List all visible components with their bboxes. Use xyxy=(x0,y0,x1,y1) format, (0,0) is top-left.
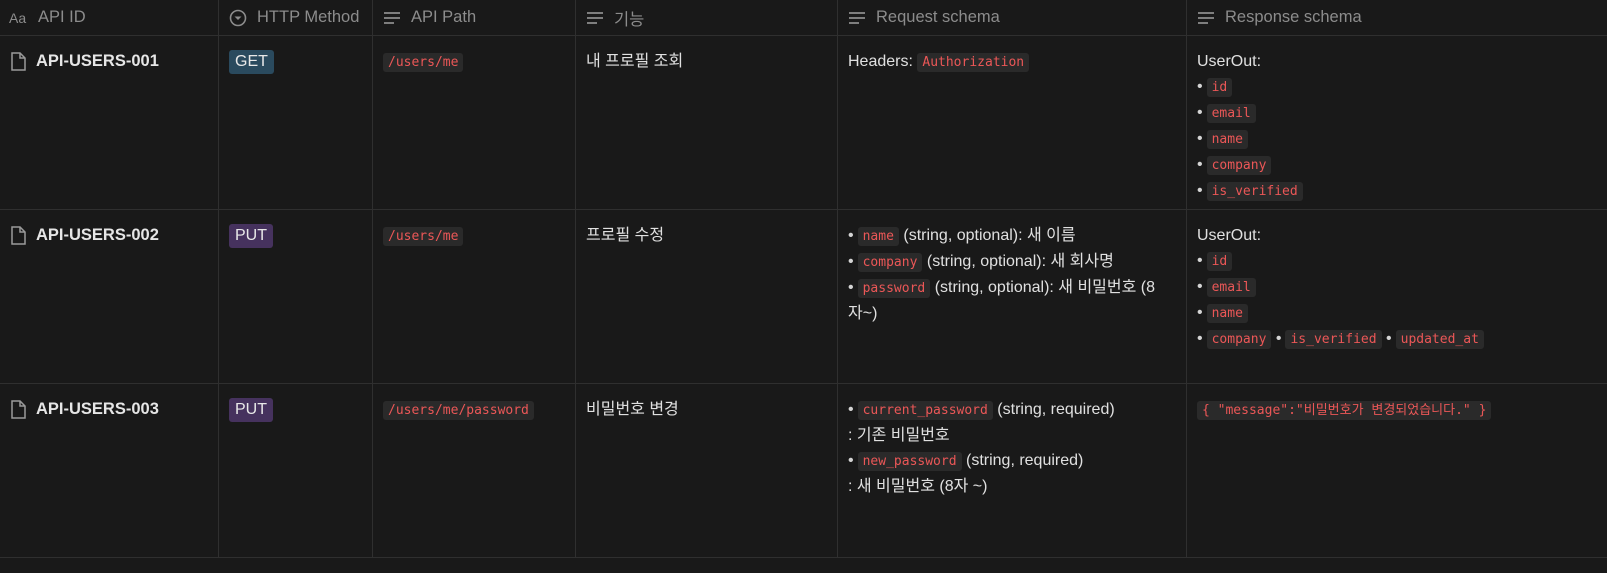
table-header: Aa API ID HTTP Method API Path 기능 Reques… xyxy=(0,0,1607,36)
http-method-cell[interactable]: PUT xyxy=(219,210,373,383)
column-label: Request schema xyxy=(876,8,1000,26)
column-label: HTTP Method xyxy=(257,8,360,26)
request-field-continuation: : 기존 비밀번호 xyxy=(848,427,950,444)
request-schema-cell[interactable]: Headers: Authorization xyxy=(838,36,1187,209)
path-code: /users/me xyxy=(383,227,464,246)
method-tag[interactable]: PUT xyxy=(229,398,273,422)
select-icon xyxy=(228,8,248,28)
request-field-continuation: : 새 비밀번호 (8자 ~) xyxy=(848,478,988,495)
request-field: • password (string, optional): 새 비밀번호 (8 xyxy=(848,279,1156,298)
response-field: • id xyxy=(1197,74,1597,100)
request-schema-cell[interactable]: • name (string, optional): 새 이름 • company … xyxy=(838,210,1187,383)
response-title: UserOut: xyxy=(1197,53,1262,70)
table-row: API-USERS-003 PUT /users/me/password 비밀번… xyxy=(0,384,1607,558)
column-label: API ID xyxy=(38,8,86,26)
response-field: • email xyxy=(1197,100,1597,126)
request-field: • company (string, optional): 새 회사명 xyxy=(848,253,1114,272)
api-id-text[interactable]: API-USERS-002 xyxy=(36,223,159,248)
response-title: UserOut: xyxy=(1197,227,1262,244)
request-field: • name (string, optional): 새 이름 xyxy=(848,227,1076,246)
http-method-cell[interactable]: PUT xyxy=(219,384,373,557)
method-tag[interactable]: GET xyxy=(229,50,274,74)
feature-cell[interactable]: 비밀번호 변경 xyxy=(576,384,838,557)
text-icon xyxy=(1196,8,1216,28)
response-field: • company xyxy=(1197,152,1597,178)
request-field: • new_password (string, required) xyxy=(848,452,1084,471)
text-icon xyxy=(585,8,605,28)
api-id-cell[interactable]: API-USERS-003 xyxy=(0,384,219,557)
api-path-cell[interactable]: /users/me xyxy=(373,36,576,209)
column-label: API Path xyxy=(411,8,477,26)
page-icon xyxy=(10,52,26,79)
feature-text: 내 프로필 조회 xyxy=(586,53,684,70)
column-header-api-id[interactable]: Aa API ID xyxy=(0,0,219,35)
feature-cell[interactable]: 프로필 수정 xyxy=(576,210,838,383)
request-code: Authorization xyxy=(917,53,1030,72)
response-field: • email xyxy=(1197,274,1597,300)
api-id-cell[interactable]: API-USERS-001 xyxy=(0,36,219,209)
request-field: • current_password (string, required) xyxy=(848,401,1115,420)
response-field-group: • company • is_verified • updated_at xyxy=(1197,326,1597,352)
column-label: 기능 xyxy=(614,10,645,29)
title-icon: Aa xyxy=(9,8,29,28)
response-field: • name xyxy=(1197,300,1597,326)
response-code: { "message":"비밀번호가 변경되었습니다." } xyxy=(1197,401,1492,420)
api-id-cell[interactable]: API-USERS-002 xyxy=(0,210,219,383)
api-table: Aa API ID HTTP Method API Path 기능 Reques… xyxy=(0,0,1607,558)
text-icon xyxy=(382,8,402,28)
svg-text:Aa: Aa xyxy=(9,11,26,25)
column-label: Response schema xyxy=(1225,8,1362,26)
response-schema-cell[interactable]: { "message":"비밀번호가 변경되었습니다." } xyxy=(1187,384,1607,557)
api-id-text[interactable]: API-USERS-001 xyxy=(36,49,159,74)
request-prefix: Headers: xyxy=(848,53,913,70)
column-header-feature[interactable]: 기능 xyxy=(576,0,838,35)
column-header-api-path[interactable]: API Path xyxy=(373,0,576,35)
table-row: API-USERS-002 PUT /users/me 프로필 수정 • name… xyxy=(0,210,1607,384)
request-schema-cell[interactable]: • current_password (string, required) : 기… xyxy=(838,384,1187,557)
response-field: • name xyxy=(1197,126,1597,152)
page-icon xyxy=(10,400,26,427)
method-tag[interactable]: PUT xyxy=(229,224,273,248)
api-path-cell[interactable]: /users/me/password xyxy=(373,384,576,557)
feature-cell[interactable]: 내 프로필 조회 xyxy=(576,36,838,209)
column-header-http-method[interactable]: HTTP Method xyxy=(219,0,373,35)
path-code: /users/me/password xyxy=(383,401,534,420)
request-field-continuation: 자~) xyxy=(848,305,878,322)
feature-text: 프로필 수정 xyxy=(586,227,665,244)
page-icon xyxy=(10,226,26,253)
table-row: API-USERS-001 GET /users/me 내 프로필 조회 Hea… xyxy=(0,36,1607,210)
response-schema-cell[interactable]: UserOut: • id • email • name • company • is_v… xyxy=(1187,36,1607,209)
path-code: /users/me xyxy=(383,53,464,72)
response-field: • is_verified xyxy=(1197,178,1597,204)
column-header-request-schema[interactable]: Request schema xyxy=(838,0,1187,35)
column-header-response-schema[interactable]: Response schema xyxy=(1187,0,1607,35)
response-field: • id xyxy=(1197,248,1597,274)
response-schema-cell[interactable]: UserOut: • id • email • name • company • is_v… xyxy=(1187,210,1607,383)
text-icon xyxy=(847,8,867,28)
feature-text: 비밀번호 변경 xyxy=(586,401,679,418)
api-id-text[interactable]: API-USERS-003 xyxy=(36,397,159,422)
http-method-cell[interactable]: GET xyxy=(219,36,373,209)
api-path-cell[interactable]: /users/me xyxy=(373,210,576,383)
